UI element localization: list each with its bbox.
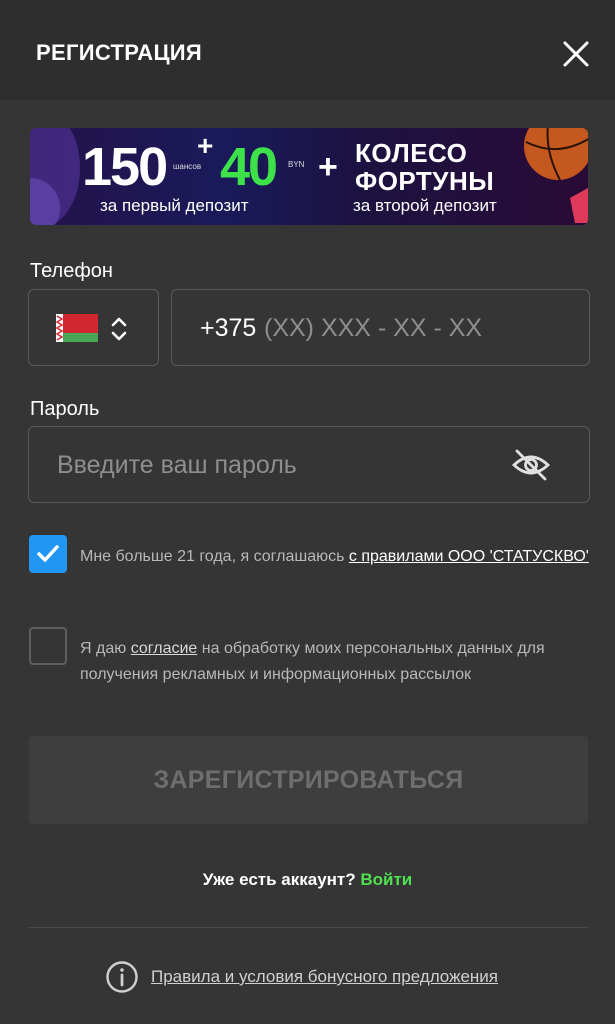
banner-main-amount: 150 <box>82 137 168 197</box>
age-consent-checkbox[interactable] <box>29 535 67 573</box>
promo-banner[interactable]: 150 + шансов 40 BYN + КОЛЕСО ФОРТУНЫ за … <box>30 128 588 225</box>
registration-modal: РЕГИСТРАЦИЯ 150 + шансов 40 BYN + КОЛЕСО… <box>0 0 615 1024</box>
age-consent-label: Мне больше 21 года, я соглашаюсь <box>80 548 349 565</box>
info-icon <box>106 961 138 993</box>
marketing-consent-label: Я даю <box>80 640 131 657</box>
password-input[interactable]: Введите ваш пароль <box>28 426 590 503</box>
banner-second-deposit: за второй депозит <box>353 196 497 215</box>
close-button[interactable] <box>556 34 596 74</box>
banner-plus-small: + <box>197 130 214 161</box>
phone-input[interactable]: +375 (XX) XXX - XX - XX <box>171 289 590 366</box>
banner-first-deposit: за первый депозит <box>100 196 249 215</box>
password-placeholder: Введите ваш пароль <box>57 451 297 479</box>
close-icon <box>563 41 589 67</box>
marketing-consent-checkbox[interactable] <box>29 627 67 665</box>
belarus-flag-icon <box>56 314 98 342</box>
country-selector[interactable] <box>28 289 159 366</box>
login-prompt: Уже есть аккаунт? Войти <box>0 870 615 890</box>
banner-bonus-amount: 40 <box>220 137 278 197</box>
modal-title: РЕГИСТРАЦИЯ <box>36 40 203 65</box>
consent-link[interactable]: согласие <box>131 640 198 657</box>
register-button-label: ЗАРЕГИСТРИРОВАТЬСЯ <box>153 766 464 794</box>
password-label: Пароль <box>30 398 100 420</box>
banner-chances-label: шансов <box>173 162 202 171</box>
eye-off-icon <box>511 449 551 481</box>
rules-link[interactable]: с правилами ООО 'СТАТУСКВО' <box>349 548 589 565</box>
banner-plus: + <box>318 148 338 186</box>
phone-prefix: +375 <box>200 314 257 342</box>
bonus-terms-link[interactable]: Правила и условия бонусного предложения <box>151 967 498 987</box>
modal-header: РЕГИСТРАЦИЯ <box>0 0 615 100</box>
register-button[interactable]: ЗАРЕГИСТРИРОВАТЬСЯ <box>29 736 588 824</box>
chevron-updown-icon <box>111 317 127 341</box>
phone-mask-placeholder: (XX) XXX - XX - XX <box>264 314 483 342</box>
checkmark-icon <box>37 545 59 562</box>
login-link[interactable]: Войти <box>360 870 412 889</box>
marketing-consent-text: Я даю согласие на обработку моих персона… <box>80 636 590 688</box>
login-question: Уже есть аккаунт? <box>202 870 361 889</box>
bonus-terms-row: Правила и условия бонусного предложения <box>105 960 525 994</box>
banner-wheel-line1: КОЛЕСО <box>355 138 468 168</box>
divider <box>29 927 589 928</box>
banner-wheel-line2: ФОРТУНЫ <box>355 166 495 196</box>
password-visibility-toggle[interactable] <box>511 447 551 483</box>
age-consent-text: Мне больше 21 года, я соглашаюсь с прави… <box>80 544 590 570</box>
banner-currency: BYN <box>288 160 305 169</box>
phone-label: Телефон <box>30 260 113 282</box>
